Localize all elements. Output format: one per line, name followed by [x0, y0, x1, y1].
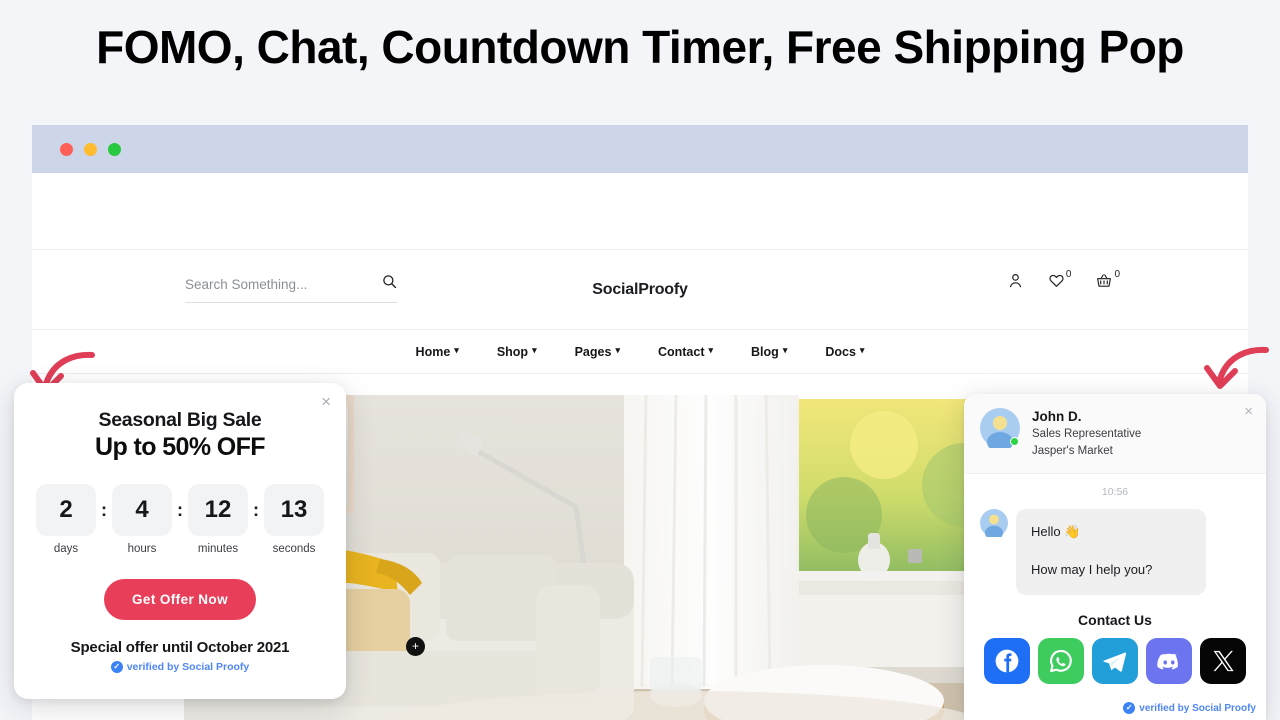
timer-unit-seconds: 13 seconds [264, 484, 324, 555]
verified-label: verified by Social Proofy [126, 661, 250, 673]
timer-unit-hours: 4 hours [112, 484, 172, 555]
window-close-dot[interactable] [60, 142, 73, 156]
nav-label: Pages [574, 344, 612, 359]
message-avatar-icon [980, 508, 1008, 537]
telegram-icon[interactable] [1092, 637, 1138, 684]
nav-item-contact[interactable]: Contact ▾ [658, 345, 713, 359]
contact-us-heading: Contact Us [1078, 611, 1152, 628]
social-links [980, 637, 1250, 684]
main-navigation: Home ▾ Shop ▾ Pages ▾ Contact ▾ Blog ▾ D… [32, 330, 1248, 374]
cart-count: 0 [1114, 269, 1120, 280]
timer-separator: : [253, 500, 259, 520]
nav-item-docs[interactable]: Docs ▾ [825, 345, 864, 359]
message-timestamp: 10:56 [1101, 485, 1129, 498]
chat-widget: John D. Sales Representative Jasper's Ma… [964, 394, 1266, 720]
timer-label: days [53, 543, 79, 555]
chevron-down-icon: ▾ [708, 345, 714, 355]
close-icon[interactable]: × [1244, 404, 1253, 419]
account-icon[interactable] [1007, 272, 1024, 289]
timer-separator: : [177, 500, 183, 520]
avatar [980, 408, 1020, 452]
header-icon-group: 0 0 [1007, 269, 1120, 289]
verified-check-icon: ✓ [110, 661, 123, 673]
window-maximize-dot[interactable] [108, 142, 121, 156]
timer-separator: : [101, 500, 107, 520]
close-icon[interactable]: × [321, 393, 331, 410]
countdown-timer: 2 days : 4 hours : 12 minutes : 13 secon… [34, 484, 326, 555]
verified-by-social-proofy: ✓ verified by Social Proofy [34, 661, 326, 673]
timer-value: 13 [264, 484, 324, 536]
wishlist-icon[interactable]: 0 [1048, 269, 1072, 289]
agent-name: John D. [1032, 409, 1082, 424]
page-top-strip [32, 173, 1248, 250]
nav-label: Blog [751, 344, 779, 359]
message-line: How may I help you? [1031, 562, 1153, 578]
countdown-popup: × Seasonal Big Sale Up to 50% OFF 2 days… [14, 383, 346, 699]
timer-unit-minutes: 12 minutes [188, 484, 248, 555]
agent-role: Sales Representative [1032, 428, 1142, 441]
verified-label: verified by Social Proofy [1139, 702, 1256, 714]
browser-titlebar [32, 125, 1248, 173]
wishlist-count: 0 [1065, 269, 1072, 280]
popup-subtitle: Up to 50% OFF [95, 433, 266, 461]
nav-label: Shop [496, 344, 529, 359]
online-status-dot [1010, 437, 1019, 446]
verified-by-social-proofy: ✓ verified by Social Proofy [1123, 702, 1256, 714]
chat-message: Hello 👋 How may I help you? [980, 508, 1250, 595]
timer-value: 4 [112, 484, 172, 536]
message-bubble: Hello 👋 How may I help you? [1016, 508, 1206, 595]
timer-value: 2 [36, 484, 96, 536]
nav-label: Docs [825, 344, 856, 359]
window-minimize-dot[interactable] [84, 142, 97, 156]
message-line: Hello 👋 [1031, 523, 1081, 539]
verified-check-icon: ✓ [1123, 702, 1136, 714]
get-offer-button[interactable]: Get Offer Now [104, 579, 256, 620]
nav-item-pages[interactable]: Pages ▾ [575, 345, 620, 359]
timer-unit-days: 2 days [36, 484, 96, 555]
popup-footer-text: Special offer until October 2021 [70, 639, 290, 656]
timer-value: 12 [188, 484, 248, 536]
nav-item-home[interactable]: Home ▾ [416, 345, 459, 359]
chat-header: John D. Sales Representative Jasper's Ma… [964, 394, 1266, 474]
discord-icon[interactable] [1146, 637, 1192, 684]
popup-title: Seasonal Big Sale [98, 409, 262, 431]
chevron-down-icon: ▾ [782, 345, 788, 355]
page-title: FOMO, Chat, Countdown Timer, Free Shippi… [96, 21, 1184, 73]
x-twitter-icon[interactable] [1200, 637, 1246, 684]
chevron-down-icon: ▾ [615, 345, 620, 355]
agent-info: John D. Sales Representative Jasper's Ma… [1032, 408, 1141, 460]
site-header: SocialProofy 0 [32, 250, 1248, 330]
facebook-icon[interactable] [984, 637, 1030, 684]
chat-body: 10:56 Hello 👋 How may I help you? Contac… [964, 474, 1266, 684]
agent-organization: Jasper's Market [1032, 444, 1113, 457]
chevron-down-icon: ▾ [454, 345, 459, 355]
chevron-down-icon: ▾ [532, 345, 537, 355]
cart-icon[interactable]: 0 [1095, 269, 1120, 289]
hotspot-marker[interactable]: + [406, 637, 425, 656]
nav-label: Home [415, 344, 451, 359]
nav-label: Contact [657, 344, 705, 359]
whatsapp-icon[interactable] [1038, 637, 1084, 684]
timer-label: hours [127, 543, 157, 555]
timer-label: seconds [272, 543, 316, 555]
nav-item-blog[interactable]: Blog ▾ [751, 345, 787, 359]
timer-label: minutes [197, 543, 239, 555]
chevron-down-icon: ▾ [859, 345, 865, 355]
nav-item-shop[interactable]: Shop ▾ [497, 345, 537, 359]
